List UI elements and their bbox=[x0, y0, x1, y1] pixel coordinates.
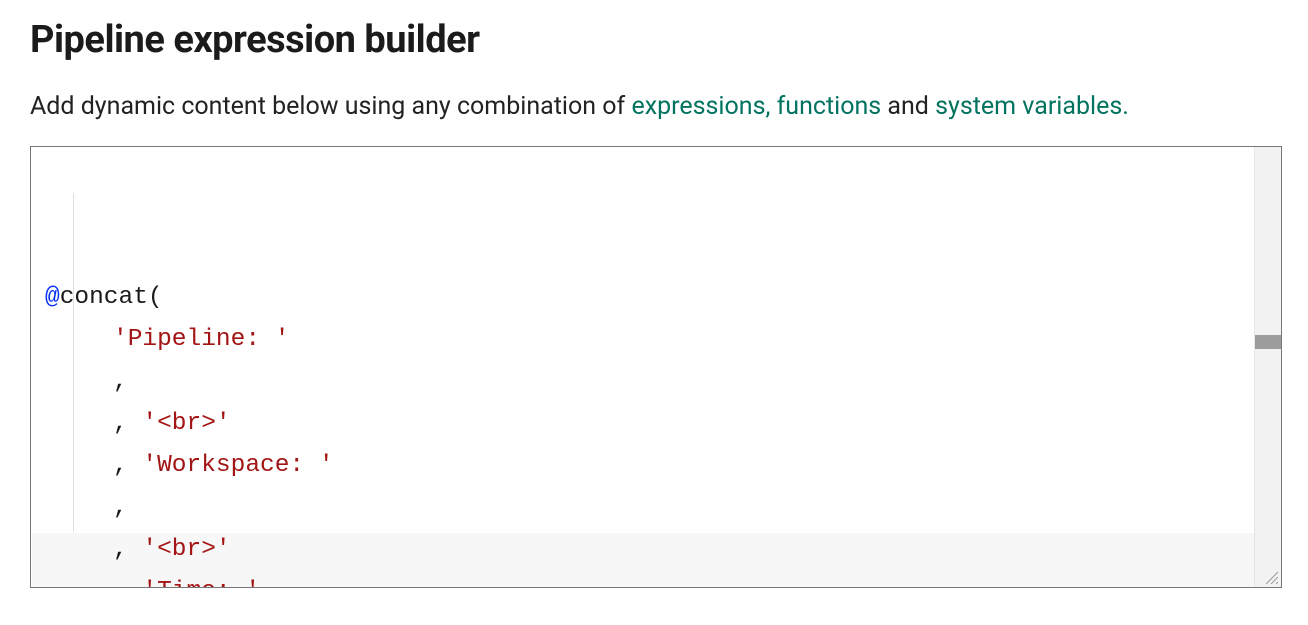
code-line: , 'Time: ' bbox=[45, 571, 1255, 587]
subtitle: Add dynamic content below using any comb… bbox=[30, 90, 1278, 124]
open-paren: ( bbox=[148, 284, 163, 311]
code-line: , bbox=[45, 487, 1255, 529]
scrollbar-track[interactable] bbox=[1254, 147, 1281, 587]
string-literal: '<br>' bbox=[142, 536, 230, 563]
indent-guide bbox=[73, 193, 74, 532]
link-expressions[interactable]: expressions, bbox=[631, 92, 770, 121]
string-literal: '<br>' bbox=[142, 410, 230, 437]
comma: , bbox=[113, 410, 142, 437]
subtitle-middle: and bbox=[881, 92, 935, 121]
string-literal: 'Workspace: ' bbox=[142, 452, 333, 479]
string-literal: 'Pipeline: ' bbox=[113, 326, 289, 353]
code-line: , bbox=[45, 361, 1255, 403]
page-title: Pipeline expression builder bbox=[30, 18, 1278, 62]
code-line: @concat( bbox=[45, 277, 1255, 319]
comma: , bbox=[113, 494, 128, 521]
resize-handle[interactable] bbox=[1264, 570, 1278, 584]
comma: , bbox=[113, 368, 128, 395]
link-functions[interactable]: functions bbox=[777, 92, 882, 121]
code-line: 'Pipeline: ' bbox=[45, 319, 1255, 361]
subtitle-prefix: Add dynamic content below using any comb… bbox=[30, 92, 631, 121]
link-system-variables[interactable]: system variables. bbox=[935, 92, 1129, 121]
comma: , bbox=[113, 578, 142, 587]
string-literal: 'Time: ' bbox=[142, 578, 260, 587]
scrollbar-thumb[interactable] bbox=[1255, 335, 1281, 349]
code-line: , '<br>' bbox=[45, 529, 1255, 571]
code-area[interactable]: @concat('Pipeline: ',, '<br>', 'Workspac… bbox=[31, 147, 1255, 587]
at-symbol: @ bbox=[45, 284, 60, 311]
code-line: , '<br>' bbox=[45, 403, 1255, 445]
comma: , bbox=[113, 452, 142, 479]
comma: , bbox=[113, 536, 142, 563]
code-line: , 'Workspace: ' bbox=[45, 445, 1255, 487]
expression-editor[interactable]: @concat('Pipeline: ',, '<br>', 'Workspac… bbox=[30, 146, 1282, 588]
